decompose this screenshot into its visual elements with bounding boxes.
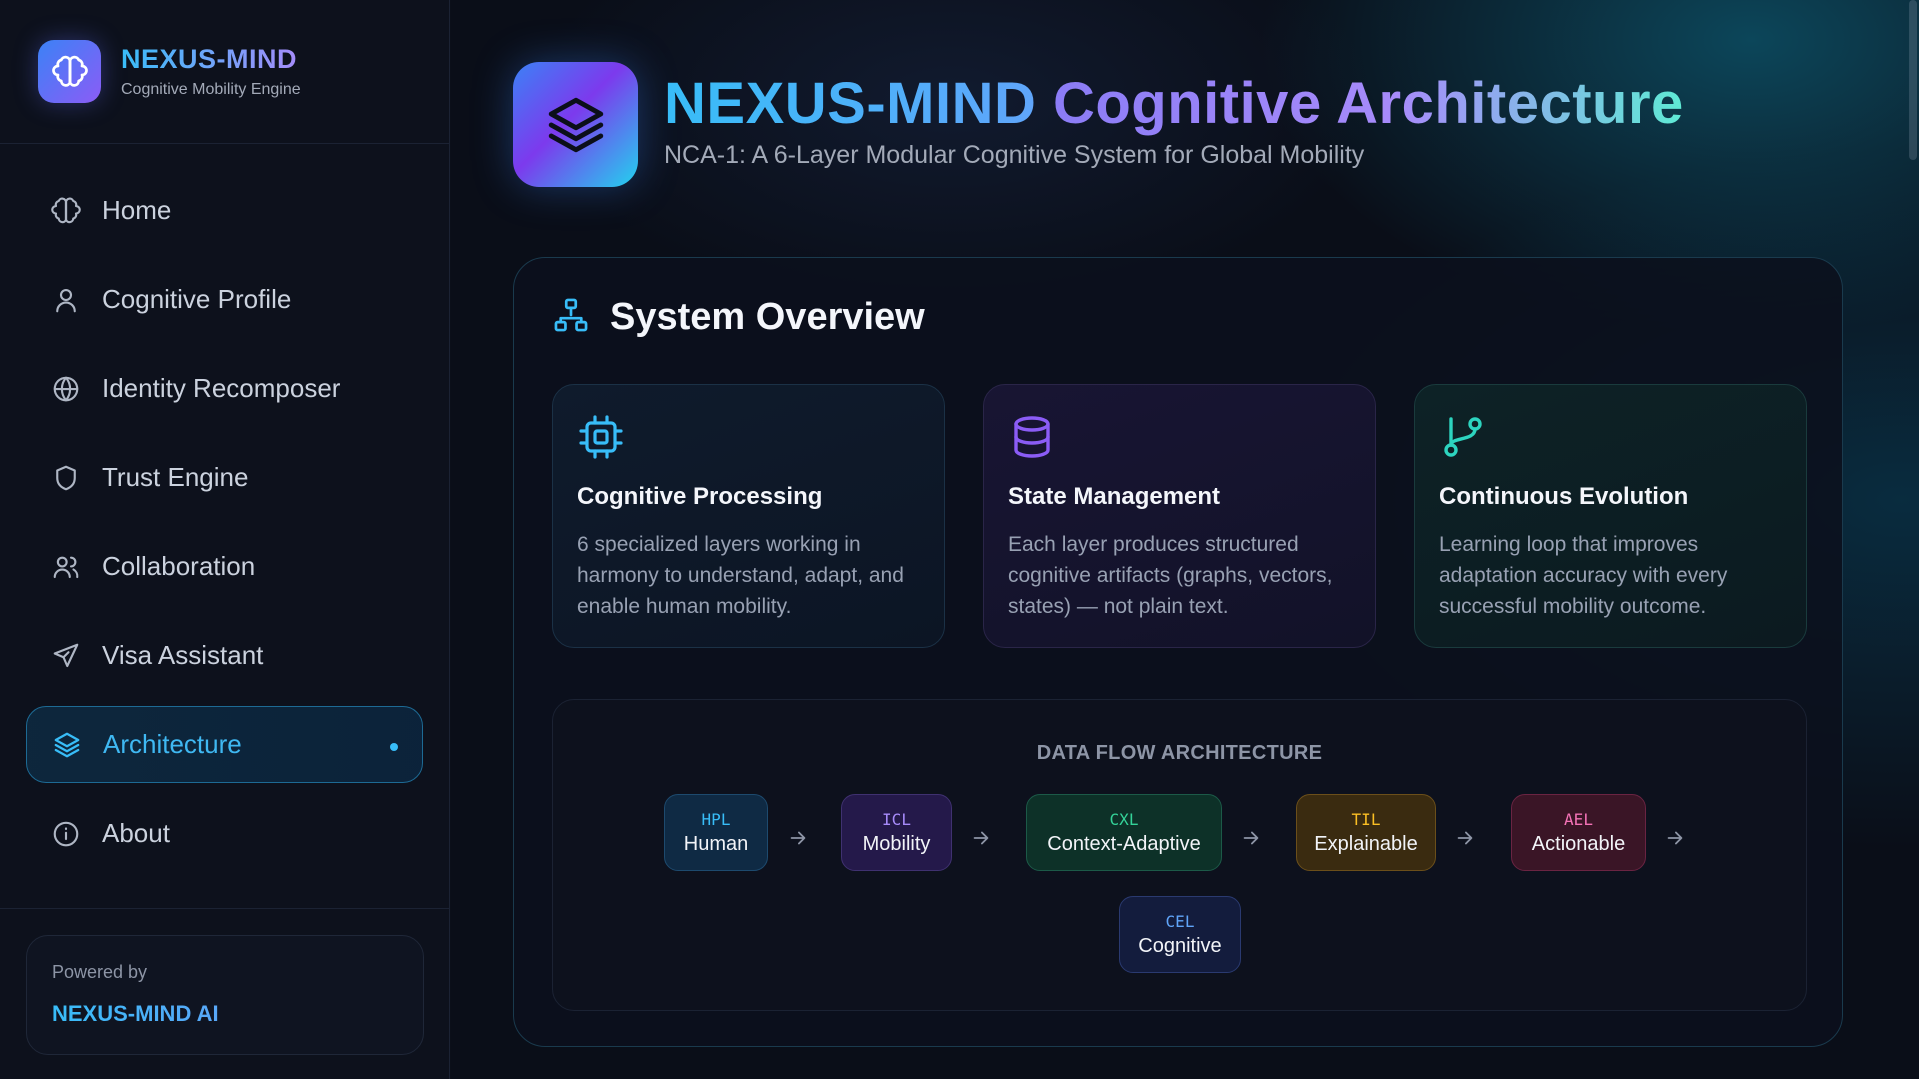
node-code: AEL — [1564, 809, 1593, 829]
card-state-management: State Management Each layer produces str… — [983, 384, 1376, 648]
users-icon — [50, 551, 82, 583]
flow-node-cel[interactable]: CEL Cognitive — [1119, 896, 1241, 973]
sidebar-item-architecture[interactable]: Architecture — [26, 706, 423, 783]
node-name: Human — [683, 832, 749, 855]
arrow-right-icon — [1243, 831, 1259, 845]
flow-node-cxl[interactable]: CXL Context-Adaptive — [1026, 794, 1222, 871]
info-icon — [50, 818, 82, 850]
card-title: Cognitive Processing — [577, 483, 823, 510]
card-continuous-evolution: Continuous Evolution Learning loop that … — [1414, 384, 1807, 648]
card-cognitive-processing: Cognitive Processing 6 specialized layer… — [552, 384, 945, 648]
active-indicator — [390, 743, 398, 751]
sidebar-item-home[interactable]: Home — [26, 172, 423, 249]
node-code: CXL — [1109, 809, 1139, 829]
node-code: CEL — [1165, 911, 1195, 931]
sidebar-item-label: Visa Assistant — [102, 640, 264, 670]
git-branch-icon — [1439, 413, 1487, 461]
sidebar-item-label: Cognitive Profile — [102, 284, 292, 314]
powered-by-label: Powered by — [52, 962, 148, 982]
page-title: NEXUS-MIND Cognitive Architecture — [664, 70, 1684, 137]
flow-node-icl[interactable]: ICL Mobility — [841, 794, 952, 871]
data-flow-diagram: DATA FLOW ARCHITECTURE HPL Human ICL Mob… — [552, 699, 1807, 1011]
card-title: Continuous Evolution — [1439, 483, 1689, 510]
node-name: Mobility — [862, 832, 931, 855]
page-subtitle: NCA-1: A 6-Layer Modular Cognitive Syste… — [664, 140, 1365, 169]
sidebar: NEXUS-MIND Cognitive Mobility Engine Hom… — [0, 0, 450, 1079]
brand-title: NEXUS-MIND — [121, 44, 301, 75]
arrow-right-icon — [1667, 831, 1683, 845]
arrow-right-icon — [1457, 831, 1473, 845]
plane-icon — [50, 640, 82, 672]
flow-node-hpl[interactable]: HPL Human — [664, 794, 768, 871]
card-body: Learning loop that improves adaptation a… — [1439, 533, 1728, 618]
node-name: Cognitive — [1138, 934, 1222, 957]
card-body: Each layer produces structured cognitive… — [1008, 533, 1333, 618]
sidebar-nav: Home Cognitive Profile Identity Recompos… — [0, 144, 449, 872]
sidebar-item-about[interactable]: About — [26, 795, 423, 872]
scrollbar[interactable] — [1909, 0, 1919, 1079]
sidebar-item-label: Collaboration — [102, 551, 256, 581]
brand[interactable]: NEXUS-MIND Cognitive Mobility Engine — [0, 0, 449, 144]
page-header: NEXUS-MIND Cognitive Architecture NCA-1:… — [513, 62, 1684, 187]
sidebar-item-label: Home — [102, 195, 172, 225]
powered-by-name: NEXUS-MIND AI — [52, 1001, 423, 1027]
sidebar-item-visa-assistant[interactable]: Visa Assistant — [26, 617, 423, 694]
node-code: HPL — [701, 809, 731, 829]
powered-by-card: Powered by NEXUS-MIND AI — [26, 935, 424, 1055]
sidebar-item-label: About — [102, 818, 170, 848]
brand-subtitle: Cognitive Mobility Engine — [121, 81, 301, 98]
flow-title: DATA FLOW ARCHITECTURE — [1036, 742, 1323, 764]
card-body: 6 specialized layers working in harmony … — [577, 533, 904, 618]
sidebar-item-label: Identity Recomposer — [102, 373, 341, 403]
cpu-icon — [577, 413, 625, 461]
page-title-part2: Cognitive Architecture — [1052, 70, 1684, 136]
globe-icon — [50, 373, 82, 405]
layers-icon — [51, 729, 83, 761]
node-name: Actionable — [1531, 832, 1626, 855]
scrollbar-thumb[interactable] — [1909, 0, 1917, 160]
layers-icon — [513, 62, 638, 187]
node-code: ICL — [882, 809, 911, 829]
sidebar-item-collaboration[interactable]: Collaboration — [26, 528, 423, 605]
shield-icon — [50, 462, 82, 494]
arrow-right-icon — [790, 831, 806, 845]
sidebar-item-label: Trust Engine — [102, 462, 249, 492]
arrow-right-icon — [973, 831, 989, 845]
card-title: State Management — [1008, 483, 1221, 510]
node-name: Context-Adaptive — [1047, 832, 1201, 855]
section-title: System Overview — [610, 296, 925, 338]
brain-icon — [38, 40, 101, 103]
node-name: Explainable — [1314, 832, 1418, 855]
sidebar-item-identity-recomposer[interactable]: Identity Recomposer — [26, 350, 423, 427]
system-overview-panel: System Overview Cognitive Processing 6 s… — [513, 257, 1843, 1047]
brain-icon — [50, 195, 82, 227]
network-icon — [552, 296, 590, 339]
sidebar-item-label: Architecture — [103, 729, 242, 759]
database-icon — [1008, 413, 1056, 461]
main-content: NEXUS-MIND Cognitive Architecture NCA-1:… — [451, 0, 1919, 1079]
sidebar-footer: Powered by NEXUS-MIND AI — [0, 908, 449, 1079]
node-code: TIL — [1351, 809, 1381, 829]
page-title-part1: NEXUS-MIND — [664, 70, 1037, 136]
sidebar-item-trust-engine[interactable]: Trust Engine — [26, 439, 423, 516]
user-icon — [50, 284, 82, 316]
flow-node-til[interactable]: TIL Explainable — [1296, 794, 1436, 871]
sidebar-item-cognitive-profile[interactable]: Cognitive Profile — [26, 261, 423, 338]
flow-node-ael[interactable]: AEL Actionable — [1511, 794, 1646, 871]
